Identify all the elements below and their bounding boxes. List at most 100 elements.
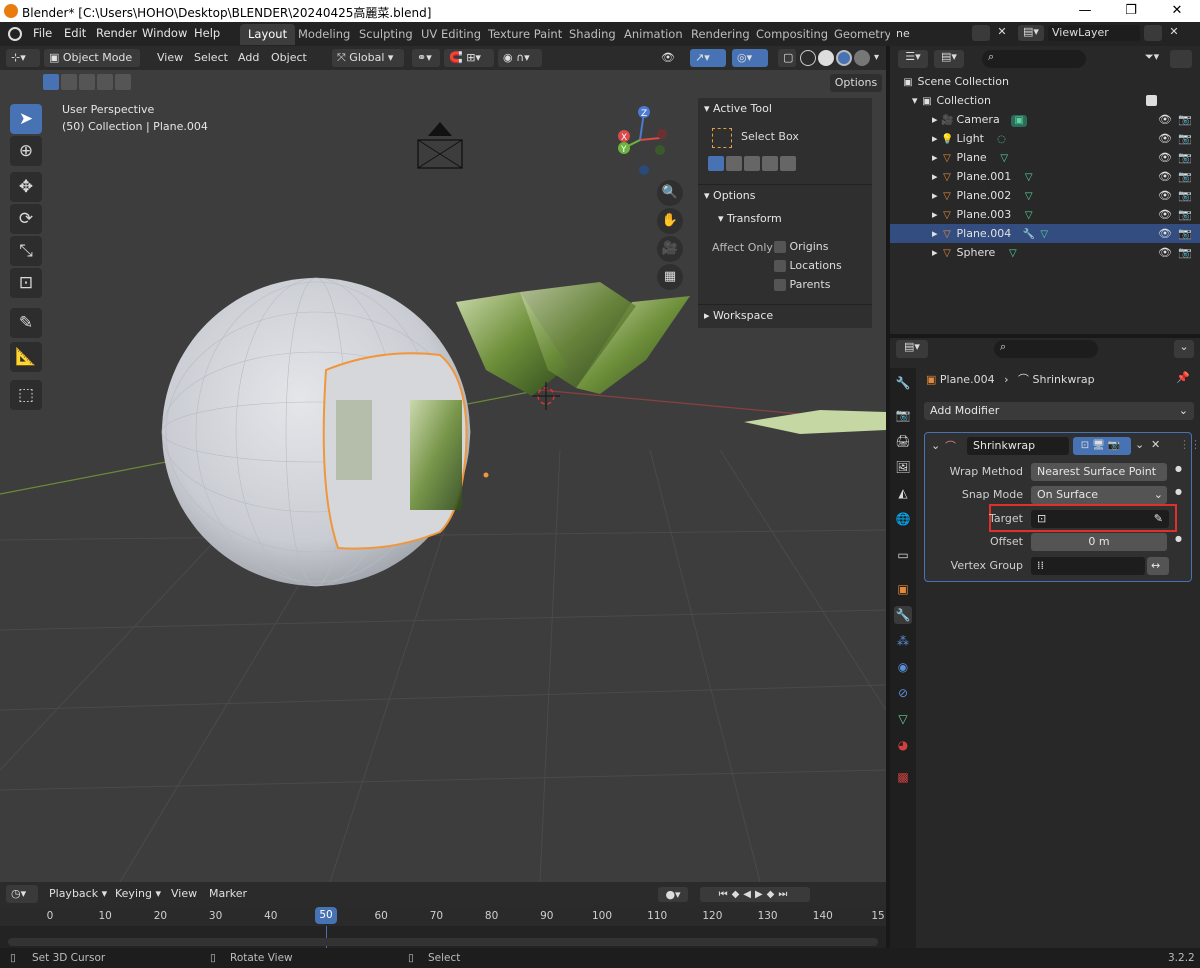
outliner-item-sphere[interactable]: ▸ ▽ Sphere ▽ 👁 📷: [890, 243, 1200, 262]
tab-sculpting[interactable]: Sculpting: [351, 24, 421, 45]
tool-mode-extend-icon[interactable]: [726, 156, 742, 171]
scene-tab-icon[interactable]: ◭: [894, 484, 912, 502]
visibility-dropdown[interactable]: 👁▾: [656, 49, 684, 82]
mesh-data-icon[interactable]: ▽: [1007, 248, 1019, 260]
mesh-data-icon[interactable]: ▽: [1023, 172, 1035, 184]
zoom-button[interactable]: 🔍: [657, 180, 683, 206]
mode-dropdown[interactable]: ▣ Object Mode ▾: [44, 49, 140, 82]
visibility-eye-icon[interactable]: 👁: [1158, 110, 1172, 129]
world-tab-icon[interactable]: 🌐: [894, 510, 912, 528]
tab-rendering[interactable]: Rendering: [683, 24, 758, 45]
menu-render[interactable]: Render: [96, 26, 137, 40]
mesh-data-icon[interactable]: ▽: [1023, 210, 1035, 222]
timeline-menu-marker[interactable]: Marker: [204, 885, 252, 903]
3d-viewport[interactable]: ➤ ⊕ ✥ ⟳ ⤡ ⊡ ✎ 📐 ⬚ User Perspective (50) …: [0, 70, 886, 882]
outliner-collection[interactable]: ▾ ▣ Collection: [890, 91, 1200, 110]
wrap-method-keyframe-dot[interactable]: ●: [1175, 464, 1182, 473]
outliner-item-light[interactable]: ▸ 💡 Light ◌ 👁 📷: [890, 129, 1200, 148]
tool-mode-new-icon[interactable]: [708, 156, 724, 171]
menu-window[interactable]: Window: [142, 26, 187, 40]
tool-mode-subtract-icon[interactable]: [744, 156, 760, 171]
xray-toggle[interactable]: ▢: [778, 49, 796, 67]
camera-data-icon[interactable]: ▣: [1011, 115, 1028, 127]
object-tab-icon[interactable]: ▣: [894, 580, 912, 598]
tab-modeling[interactable]: Modeling: [290, 24, 358, 45]
expand-arrow-icon[interactable]: ▸: [932, 170, 938, 183]
properties-options-dropdown[interactable]: ⌄: [1174, 340, 1194, 358]
collection-tab-icon[interactable]: ▭: [894, 546, 912, 564]
select-new-icon[interactable]: [43, 74, 59, 90]
modifier-collapse-icon[interactable]: ⌄: [931, 439, 940, 452]
visibility-eye-icon[interactable]: 👁: [1158, 224, 1172, 243]
pan-button[interactable]: ✋: [657, 208, 683, 234]
expand-arrow-icon[interactable]: ▸: [932, 132, 938, 145]
visibility-eye-icon[interactable]: 👁: [1158, 186, 1172, 205]
outliner-item-plane-004[interactable]: ▸ ▽ Plane.004 🔧 ▽ 👁 📷: [890, 224, 1200, 243]
physics-tab-icon[interactable]: ◉: [894, 658, 912, 676]
render-camera-icon[interactable]: 📷: [1178, 243, 1192, 262]
scale-tool[interactable]: ⤡: [10, 236, 42, 266]
menu-file[interactable]: File: [33, 26, 52, 40]
current-frame-indicator[interactable]: 50: [315, 907, 337, 924]
pin-icon[interactable]: 📌: [1176, 371, 1190, 384]
render-camera-icon[interactable]: 📷: [1178, 205, 1192, 224]
affect-parents-checkbox[interactable]: Parents: [774, 278, 830, 291]
mesh-data-icon[interactable]: ▽: [1038, 229, 1050, 241]
transform-tool[interactable]: ⊡: [10, 268, 42, 298]
tab-compositing[interactable]: Compositing: [748, 24, 836, 45]
pivot-dropdown[interactable]: ⚭▾: [412, 49, 440, 67]
add-modifier-button[interactable]: Add Modifier ⌄: [924, 402, 1194, 420]
viewport-menu-view[interactable]: View: [152, 49, 188, 67]
new-collection-button[interactable]: [1170, 50, 1192, 68]
tool-mode-invert-icon[interactable]: [762, 156, 778, 171]
shading-wireframe-icon[interactable]: [800, 50, 816, 66]
visibility-eye-icon[interactable]: 👁: [1158, 148, 1172, 167]
display-mode-dropdown[interactable]: ▤▾: [934, 50, 964, 68]
timeline-menu-keying[interactable]: Keying ▾: [110, 885, 166, 903]
blender-menu-icon[interactable]: [8, 27, 22, 41]
close-window-button[interactable]: ✕: [1154, 0, 1200, 22]
shading-solid-icon[interactable]: [818, 50, 834, 66]
offset-field[interactable]: 0 m: [1031, 533, 1167, 551]
expand-arrow-icon[interactable]: ▸: [932, 246, 938, 259]
maximize-button[interactable]: ❐: [1108, 0, 1154, 22]
outliner-item-plane-001[interactable]: ▸ ▽ Plane.001 ▽ 👁 📷: [890, 167, 1200, 186]
expand-arrow-icon[interactable]: ▸: [932, 227, 938, 240]
shading-material-icon[interactable]: [836, 50, 852, 66]
outliner-scene-collection[interactable]: ▣ Scene Collection: [890, 72, 1200, 91]
menu-edit[interactable]: Edit: [64, 26, 86, 40]
tool-tab-icon[interactable]: 🔧: [894, 374, 912, 392]
orientation-dropdown[interactable]: ⤧ Global ▾: [332, 49, 404, 67]
expand-arrow-icon[interactable]: ▸: [932, 113, 938, 126]
measure-tool[interactable]: 📐: [10, 342, 42, 372]
timeline-editor-type[interactable]: ◷▾: [6, 885, 38, 903]
delete-scene-icon[interactable]: ✕: [994, 25, 1010, 41]
shading-dropdown-icon[interactable]: ▾: [874, 52, 879, 63]
select-box-tool[interactable]: ➤: [10, 104, 42, 134]
tab-uv-editing[interactable]: UV Editing: [413, 24, 489, 45]
rotate-tool[interactable]: ⟳: [10, 204, 42, 234]
viewlayer-field[interactable]: ViewLayer: [1048, 25, 1140, 41]
gizmo-toggle[interactable]: ↗▾: [690, 49, 726, 67]
output-tab-icon[interactable]: 🖨: [894, 432, 912, 450]
record-keyframe-button[interactable]: ●▾: [658, 887, 688, 902]
transform-subpanel-header[interactable]: ▾ Transform: [712, 208, 782, 230]
light-data-icon[interactable]: ◌: [995, 134, 1007, 146]
modifier-tab-icon[interactable]: 🔧: [894, 606, 912, 624]
affect-locations-checkbox[interactable]: Locations: [774, 259, 842, 272]
tab-layout[interactable]: Layout: [240, 24, 296, 45]
expand-arrow-icon[interactable]: ▸: [932, 189, 938, 202]
proportional-edit-toggle[interactable]: ◉ ∩▾: [498, 49, 542, 67]
camera-view-button[interactable]: 🎥: [657, 236, 683, 262]
timeline-scrollbar[interactable]: [8, 938, 878, 946]
vertex-group-field[interactable]: ⁞⁞: [1031, 557, 1145, 575]
tab-shading[interactable]: Shading: [561, 24, 624, 45]
render-camera-icon[interactable]: 📷: [1178, 110, 1192, 129]
editor-type-button[interactable]: ⊹▾: [6, 49, 40, 67]
visibility-eye-icon[interactable]: 👁: [1158, 129, 1172, 148]
select-invert-icon[interactable]: [97, 74, 113, 90]
select-intersect-icon[interactable]: [115, 74, 131, 90]
eyedropper-icon[interactable]: ✎: [1154, 510, 1163, 528]
properties-editor-type[interactable]: ▤▾: [896, 340, 928, 358]
viewport-menu-select[interactable]: Select: [189, 49, 233, 67]
